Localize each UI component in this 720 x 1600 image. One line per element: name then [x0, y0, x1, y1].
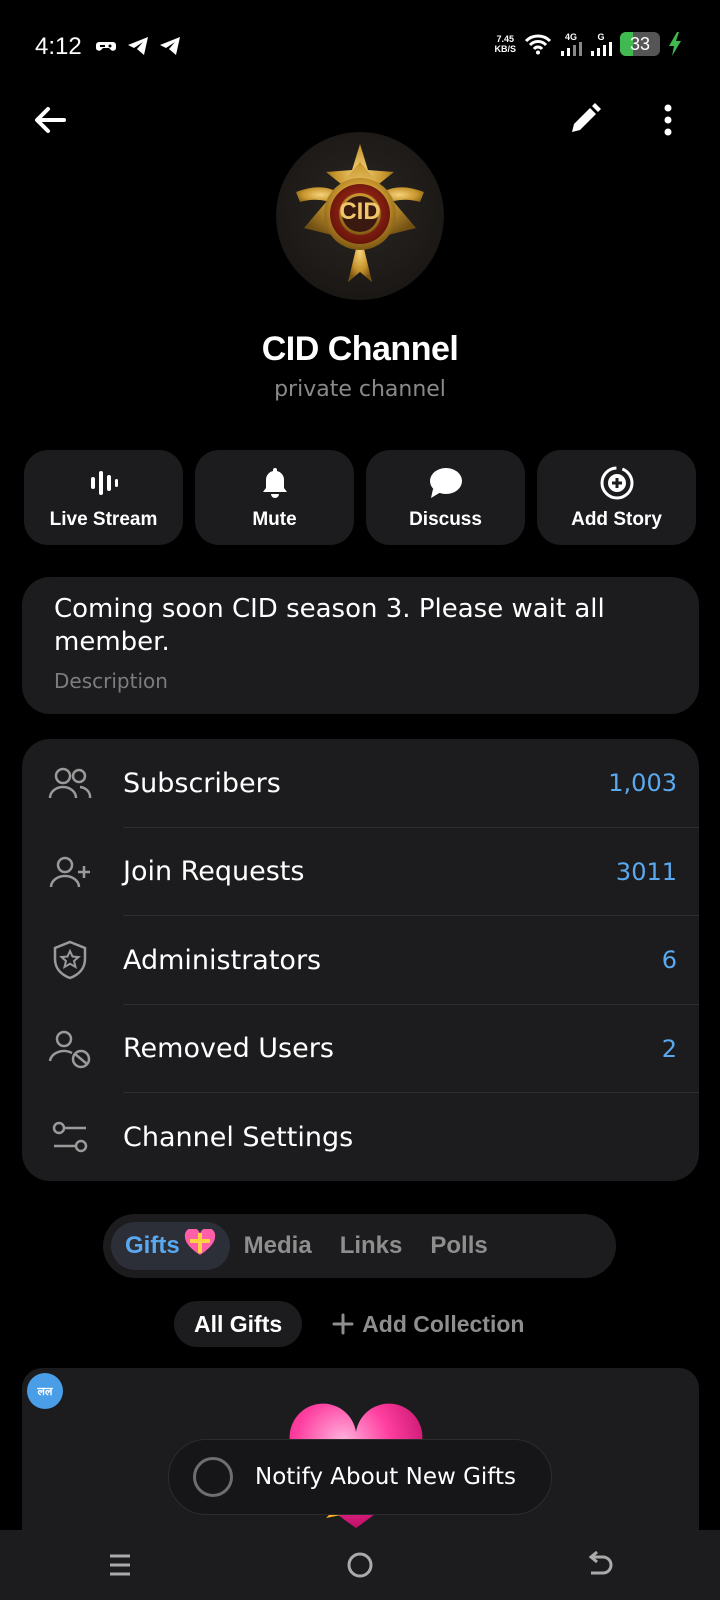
row-channel-settings[interactable]: Channel Settings [22, 1093, 699, 1181]
add-story-label: Add Story [571, 508, 662, 530]
network-4g-label: 4G [564, 32, 577, 42]
tab-media[interactable]: Media [230, 1222, 326, 1270]
back-button[interactable] [28, 98, 72, 142]
edit-button[interactable] [564, 100, 604, 140]
channel-info-list: Subscribers 1,003 Join Requests 3011 Adm… [22, 739, 699, 1181]
row-administrators[interactable]: Administrators 6 [22, 916, 699, 1005]
description-card[interactable]: Coming soon CID season 3. Please wait al… [22, 577, 699, 714]
live-stream-button[interactable]: Live Stream [24, 450, 183, 545]
channel-settings-label: Channel Settings [123, 1121, 354, 1153]
edit-pencil-icon [572, 103, 601, 132]
signal-4g: 4G [560, 32, 582, 56]
battery-level: 33 [629, 33, 651, 54]
home-circle-icon [347, 1552, 373, 1578]
removed-users-count: 2 [661, 1034, 677, 1063]
subscribers-label: Subscribers [123, 767, 281, 799]
more-vertical-icon [664, 104, 672, 136]
add-collection-button[interactable]: Add Collection [332, 1311, 524, 1338]
join-requests-label: Join Requests [123, 856, 305, 888]
administrators-count: 6 [661, 946, 677, 975]
discuss-label: Discuss [409, 508, 482, 530]
network-g-label: G [597, 32, 605, 42]
users-icon [47, 760, 93, 806]
live-stream-icon [86, 465, 122, 501]
description-text: Coming soon CID season 3. Please wait al… [54, 594, 605, 657]
notify-label: Notify About New Gifts [255, 1464, 516, 1490]
back-arrow-icon [35, 107, 66, 133]
system-back-button[interactable] [570, 1535, 630, 1595]
status-right-icons: 7.45 KB/S 4G G 33 [494, 32, 682, 56]
signal-icon [561, 42, 582, 56]
removed-users-label: Removed Users [123, 1033, 334, 1065]
shield-star-icon [47, 937, 93, 983]
description-label: Description [54, 669, 168, 693]
wifi-icon [524, 34, 552, 55]
tab-gifts[interactable]: Gifts [111, 1222, 230, 1270]
row-subscribers[interactable]: Subscribers 1,003 [22, 739, 699, 828]
channel-avatar[interactable]: CID [276, 132, 444, 300]
charging-icon [669, 32, 681, 56]
back-return-icon [588, 1551, 613, 1575]
add-story-button[interactable]: Add Story [537, 450, 696, 545]
mute-label: Mute [252, 508, 297, 530]
telegram-icon [128, 37, 148, 55]
subscribers-count: 1,003 [608, 769, 677, 798]
chat-bubble-icon [428, 465, 464, 501]
bell-icon [257, 465, 293, 501]
signal-icon [591, 42, 612, 56]
plus-icon [332, 1313, 354, 1335]
discuss-button[interactable]: Discuss [366, 450, 525, 545]
net-speed-unit: KB/S [494, 44, 516, 54]
telegram-icon [160, 37, 180, 55]
profile-tabs: Gifts Media Links Polls [103, 1214, 616, 1278]
net-speed: 7.45 KB/S [494, 34, 516, 54]
status-bar: 4:12 7.45 KB/S 4G G 33 [0, 0, 720, 90]
row-removed-users[interactable]: Removed Users 2 [22, 1005, 699, 1093]
gift-filters: All Gifts Add Collection [174, 1301, 524, 1347]
all-gifts-chip[interactable]: All Gifts [174, 1301, 303, 1347]
tab-links[interactable]: Links [326, 1222, 417, 1270]
user-plus-icon [47, 849, 93, 895]
avatar-text: CID [339, 198, 381, 225]
more-options-button[interactable] [652, 100, 684, 140]
row-join-requests[interactable]: Join Requests 3011 [22, 828, 699, 916]
recent-apps-button[interactable] [90, 1535, 150, 1595]
user-blocked-icon [47, 1026, 93, 1072]
tab-polls[interactable]: Polls [416, 1222, 501, 1270]
action-buttons: Live Stream Mute Discuss Add Story [24, 450, 696, 545]
battery-icon: 33 [620, 32, 660, 56]
administrators-label: Administrators [123, 944, 322, 976]
gamepad-icon [96, 42, 116, 51]
menu-lines-icon [110, 1554, 130, 1576]
signal-g: G [590, 32, 612, 56]
channel-subtitle: private channel [274, 377, 446, 402]
mute-button[interactable]: Mute [195, 450, 354, 545]
home-button[interactable] [330, 1535, 390, 1595]
channel-title: CID Channel [261, 330, 459, 368]
net-speed-value: 7.45 [496, 34, 514, 44]
status-left-icons [95, 36, 181, 56]
heart-gift-icon [184, 1227, 216, 1264]
gift-owner-badge: लल [27, 1373, 63, 1409]
system-nav-bar [0, 1530, 720, 1600]
live-stream-label: Live Stream [49, 508, 158, 530]
join-requests-count: 3011 [615, 857, 677, 886]
notify-radio-button[interactable] [193, 1457, 233, 1497]
status-time: 4:12 [35, 33, 82, 60]
sliders-icon [47, 1114, 93, 1160]
tab-gifts-label: Gifts [125, 1232, 180, 1259]
notify-new-gifts-toggle[interactable]: Notify About New Gifts [168, 1439, 552, 1515]
add-collection-label: Add Collection [362, 1310, 525, 1337]
add-story-icon [599, 465, 635, 501]
